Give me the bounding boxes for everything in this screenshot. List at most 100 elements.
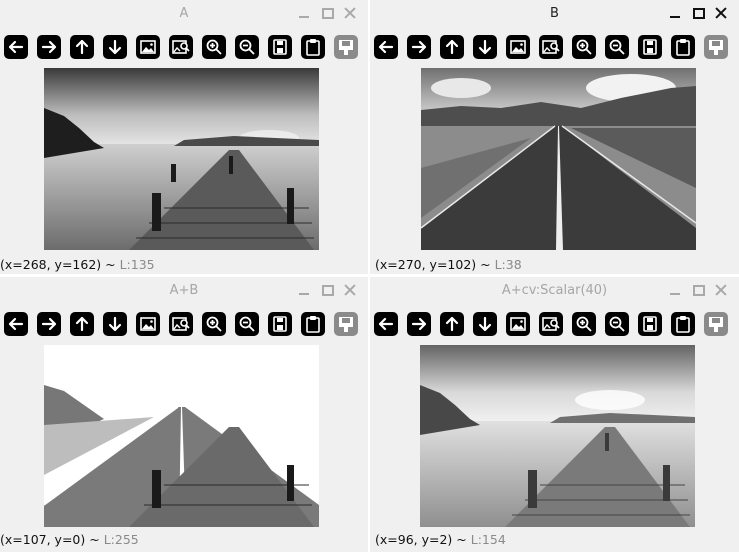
image-button[interactable] (506, 312, 530, 336)
zoom-out-icon (239, 39, 255, 55)
close-icon[interactable] (342, 5, 358, 21)
arrow-down-button[interactable] (473, 35, 497, 59)
pixel-coordinates: (x=96, y=2) ~ (375, 532, 467, 547)
arrow-down-icon (478, 316, 492, 332)
minimize-icon[interactable] (296, 282, 312, 298)
window-title: A+cv:Scalar(40) (501, 283, 608, 298)
maximize-icon[interactable] (319, 282, 335, 298)
zoom-out-button[interactable] (605, 35, 629, 59)
window-a-plus-b: A+B (x=107, y=0) ~ L:255 (0, 277, 368, 552)
arrow-up-button[interactable] (70, 312, 94, 336)
image-view[interactable] (420, 345, 695, 527)
arrow-up-button[interactable] (70, 35, 94, 59)
image-search-button[interactable] (539, 35, 563, 59)
clipboard-button[interactable] (301, 312, 325, 336)
save-as-icon (339, 317, 353, 332)
minimize-icon[interactable] (667, 5, 683, 21)
zoom-in-icon (576, 39, 592, 55)
zoom-in-button[interactable] (572, 35, 596, 59)
save-as-button[interactable] (334, 35, 358, 59)
status-bar: (x=107, y=0) ~ L:255 (0, 532, 139, 547)
close-icon[interactable] (342, 282, 358, 298)
image-view[interactable] (421, 68, 696, 250)
pixel-luminance: L:135 (119, 257, 155, 272)
arrow-left-icon (378, 40, 394, 54)
maximize-icon[interactable] (319, 5, 335, 21)
image-search-button[interactable] (169, 35, 193, 59)
save-as-icon (709, 317, 723, 332)
arrow-right-button[interactable] (37, 312, 61, 336)
image-view[interactable] (44, 345, 319, 527)
save-as-button[interactable] (704, 35, 728, 59)
title-bar[interactable]: B (370, 0, 739, 28)
pixel-coordinates: (x=270, y=102) ~ (375, 257, 491, 272)
image-button[interactable] (136, 35, 160, 59)
zoom-out-button[interactable] (605, 312, 629, 336)
arrow-left-button[interactable] (374, 312, 398, 336)
arrow-right-button[interactable] (407, 312, 431, 336)
arrow-down-button[interactable] (103, 35, 127, 59)
arrow-left-button[interactable] (374, 35, 398, 59)
status-bar: (x=270, y=102) ~ L:38 (375, 257, 522, 272)
clipboard-icon (676, 316, 690, 333)
save-button[interactable] (268, 35, 292, 59)
arrow-up-button[interactable] (440, 312, 464, 336)
save-as-button[interactable] (704, 312, 728, 336)
pixel-luminance: L:154 (470, 532, 506, 547)
title-bar[interactable]: A (0, 0, 368, 28)
arrow-up-button[interactable] (440, 35, 464, 59)
zoom-in-button[interactable] (202, 35, 226, 59)
close-icon[interactable] (713, 282, 729, 298)
clipboard-button[interactable] (671, 312, 695, 336)
save-as-icon (339, 40, 353, 55)
save-icon (643, 39, 657, 55)
image-search-button[interactable] (169, 312, 193, 336)
image-button[interactable] (136, 312, 160, 336)
image-search-icon (542, 40, 560, 54)
zoom-in-button[interactable] (572, 312, 596, 336)
window-title: B (550, 6, 559, 21)
title-bar[interactable]: A+cv:Scalar(40) (370, 277, 739, 305)
arrow-left-icon (8, 40, 24, 54)
pixel-coordinates: (x=268, y=162) ~ (0, 257, 116, 272)
maximize-icon[interactable] (690, 282, 706, 298)
pixel-coordinates: (x=107, y=0) ~ (0, 532, 100, 547)
save-icon (643, 316, 657, 332)
zoom-out-button[interactable] (235, 35, 259, 59)
minimize-icon[interactable] (296, 5, 312, 21)
save-button[interactable] (638, 35, 662, 59)
clipboard-button[interactable] (301, 35, 325, 59)
save-as-button[interactable] (334, 312, 358, 336)
save-icon (273, 316, 287, 332)
save-button[interactable] (638, 312, 662, 336)
arrow-left-icon (8, 317, 24, 331)
image-search-icon (542, 317, 560, 331)
zoom-in-button[interactable] (202, 312, 226, 336)
title-bar[interactable]: A+B (0, 277, 368, 305)
arrow-right-icon (411, 40, 427, 54)
image-search-icon (172, 317, 190, 331)
status-bar: (x=268, y=162) ~ L:135 (0, 257, 155, 272)
arrow-down-icon (108, 39, 122, 55)
pixel-luminance: L:38 (494, 257, 522, 272)
window-a-plus-scalar: A+cv:Scalar(40) (x=96, y=2) ~ L:154 (370, 277, 739, 552)
arrow-left-button[interactable] (4, 312, 28, 336)
arrow-right-button[interactable] (407, 35, 431, 59)
arrow-down-button[interactable] (473, 312, 497, 336)
image-icon (140, 317, 156, 331)
close-icon[interactable] (713, 5, 729, 21)
image-search-icon (172, 40, 190, 54)
arrow-down-button[interactable] (103, 312, 127, 336)
image-search-button[interactable] (539, 312, 563, 336)
clipboard-icon (306, 316, 320, 333)
image-button[interactable] (506, 35, 530, 59)
arrow-up-icon (445, 39, 459, 55)
arrow-right-button[interactable] (37, 35, 61, 59)
save-button[interactable] (268, 312, 292, 336)
clipboard-button[interactable] (671, 35, 695, 59)
arrow-left-button[interactable] (4, 35, 28, 59)
image-view[interactable] (44, 68, 319, 250)
minimize-icon[interactable] (667, 282, 683, 298)
maximize-icon[interactable] (690, 5, 706, 21)
zoom-out-button[interactable] (235, 312, 259, 336)
